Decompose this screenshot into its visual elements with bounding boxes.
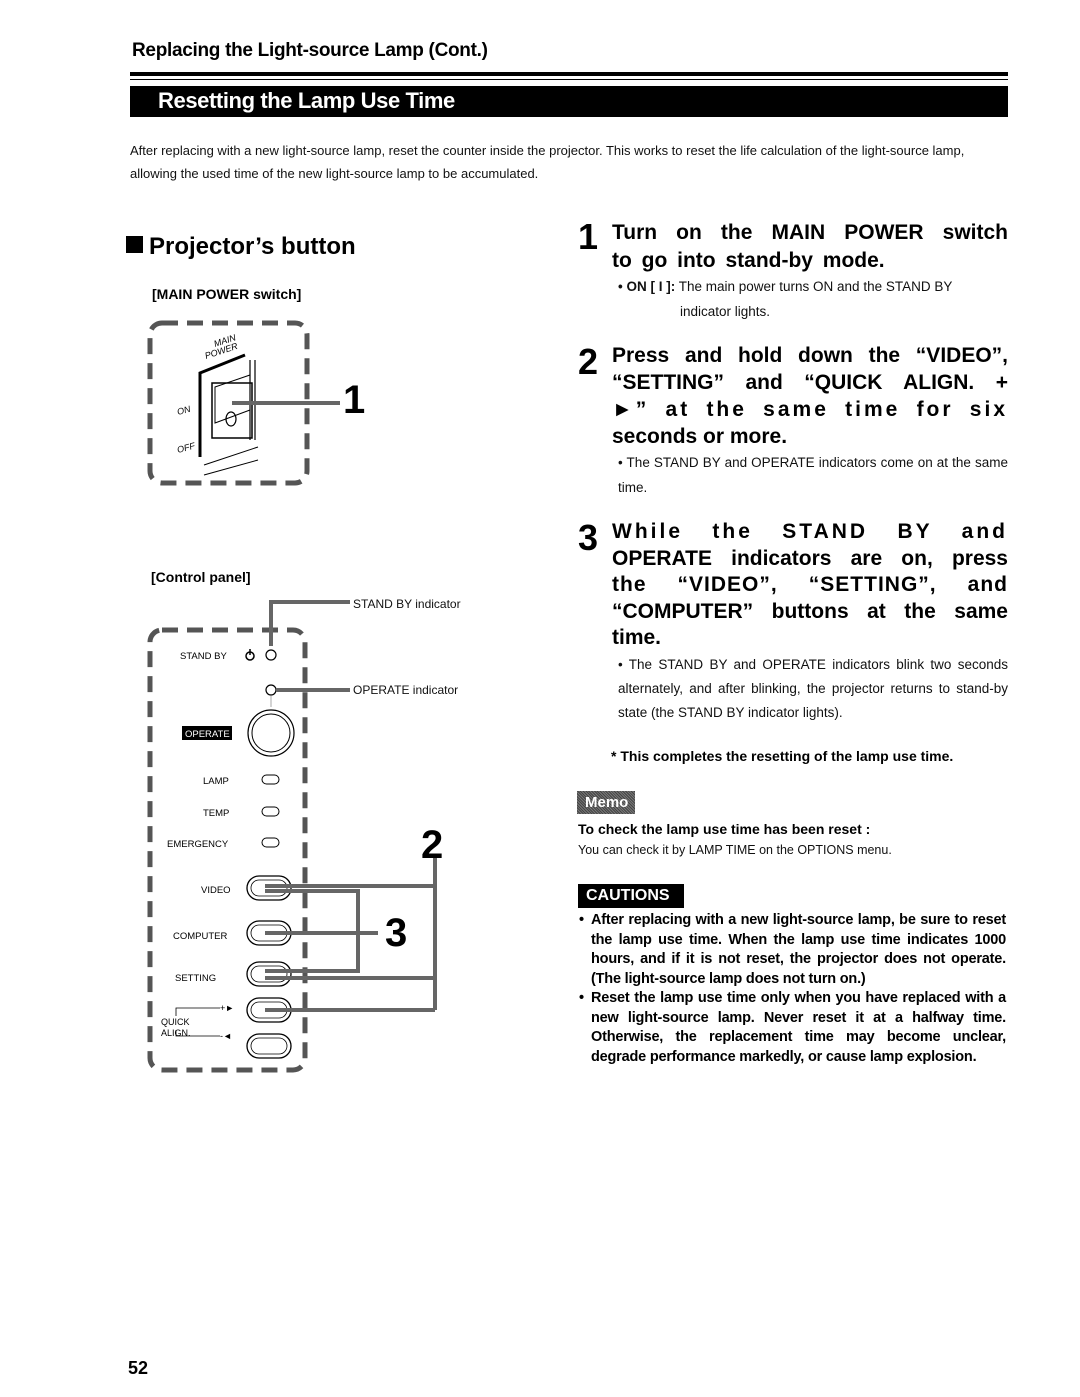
setting-button: [246, 961, 292, 987]
step-title-line: ►” at the same time for six: [612, 398, 1008, 421]
step-title-line: Press and hold down the “VIDEO”,: [612, 344, 1008, 367]
standby-indicator-callout: STAND BY indicator: [353, 597, 461, 611]
step-2: 2 Press and hold down the “VIDEO”, “SETT…: [578, 342, 1008, 502]
control-panel-label: [Control panel]: [151, 569, 251, 585]
switch-off-text: OFF: [176, 440, 196, 454]
projector-button-heading: Projector’s button: [126, 233, 356, 261]
step-title-line: seconds or more.: [612, 425, 788, 448]
panel-quick-text: QUICK: [161, 1017, 190, 1027]
step-title-line: Turn on the MAIN POWER switch: [612, 221, 1008, 244]
step-title-line: “COMPUTER” buttons at the same: [612, 600, 1008, 623]
memo-text: You can check it by LAMP TIME on the OPT…: [578, 843, 892, 857]
panel-computer-text: COMPUTER: [173, 931, 228, 942]
step-title-line: While the STAND BY and: [612, 520, 1008, 543]
step-number: 1: [578, 216, 599, 257]
panel-temp-text: TEMP: [203, 808, 229, 819]
completion-note: * This completes the resetting of the la…: [611, 748, 954, 764]
panel-lamp-text: LAMP: [203, 776, 229, 787]
standby-leader-line: [269, 600, 350, 646]
projector-button-heading-text: Projector’s button: [149, 233, 356, 260]
step-title-line: “SETTING” and “QUICK ALIGN. +: [612, 371, 1008, 394]
section-title: Replacing the Light-source Lamp (Cont.): [132, 40, 488, 61]
step-title-line: OPERATE indicators are on, press: [612, 547, 1008, 570]
cautions-badge-text: CAUTIONS: [586, 887, 670, 904]
panel-operate-text: OPERATE: [185, 729, 230, 740]
step-title-line: to go into stand-by mode.: [612, 249, 885, 272]
step-1: 1 Turn on the MAIN POWER switch to go in…: [578, 219, 1008, 329]
temp-led: [261, 806, 280, 817]
quick-align-minus-text: -◄: [220, 1031, 232, 1041]
step-note-cont: indicator lights.: [680, 304, 771, 319]
step-note-label: • ON [ I ]:: [618, 279, 676, 294]
callout-number-2: 2: [421, 823, 444, 867]
panel-video-text: VIDEO: [201, 885, 231, 896]
panel-emergency-text: EMERGENCY: [167, 839, 229, 850]
panel-align-text: ALIGN.: [161, 1028, 191, 1038]
memo-badge: Memo: [577, 791, 635, 814]
callout-3-leaders: [265, 889, 378, 973]
callout-number-3: 3: [385, 911, 408, 955]
switch-housing: [198, 353, 246, 457]
quick-align-minus-button: [246, 1033, 292, 1059]
step-3: 3 While the STAND BY and OPERATE indicat…: [578, 518, 1008, 728]
cautions-list: After replacing with a new light-source …: [579, 911, 1006, 1067]
switch-on-text: ON: [176, 404, 192, 417]
emergency-led: [261, 837, 280, 848]
rocker-switch: [211, 382, 253, 439]
operate-button: [247, 709, 295, 757]
standby-indicator-led: [265, 649, 277, 661]
memo-title: To check the lamp use time has been rese…: [578, 821, 871, 837]
quick-align-plus-text: +►: [220, 1003, 234, 1013]
cautions-badge: CAUTIONS: [578, 884, 684, 908]
intro-paragraph: After replacing with a new light-source …: [130, 143, 965, 181]
caution-item: Reset the lamp use time only when you ha…: [579, 989, 1006, 1067]
step-number: 2: [578, 341, 599, 382]
memo-badge-text: Memo: [585, 794, 629, 811]
callout-number-1: 1: [343, 378, 366, 422]
header-rule-thick: [130, 72, 1008, 76]
step-note: • The STAND BY and OPERATE indicators bl…: [618, 657, 1008, 720]
panel-standby-text: STAND BY: [180, 651, 227, 662]
header-rule-thin: [130, 79, 1008, 80]
step-title-line: the “VIDEO”, “SETTING”, and: [612, 573, 1008, 596]
page-title: Resetting the Lamp Use Time: [158, 88, 455, 113]
main-power-switch-label: [MAIN POWER switch]: [152, 286, 302, 302]
step-number: 3: [578, 517, 599, 558]
step-note-text: The main power turns ON and the STAND BY: [678, 279, 953, 294]
power-icon: [245, 649, 255, 661]
title-banner: Resetting the Lamp Use Time: [130, 86, 1008, 117]
operate-indicator-led: [265, 684, 277, 696]
square-bullet-icon: [126, 236, 143, 253]
caution-item: After replacing with a new light-source …: [579, 911, 1006, 989]
panel-setting-text: SETTING: [175, 973, 216, 984]
step-title-line: time.: [612, 626, 662, 649]
step-note: • The STAND BY and OPERATE indicators co…: [618, 455, 1008, 495]
page-number: 52: [128, 1358, 149, 1378]
lamp-led: [261, 774, 280, 785]
operate-indicator-callout: OPERATE indicator: [353, 683, 459, 697]
step-note: • ON [ I ]: The main power turns ON and …: [618, 274, 1008, 299]
